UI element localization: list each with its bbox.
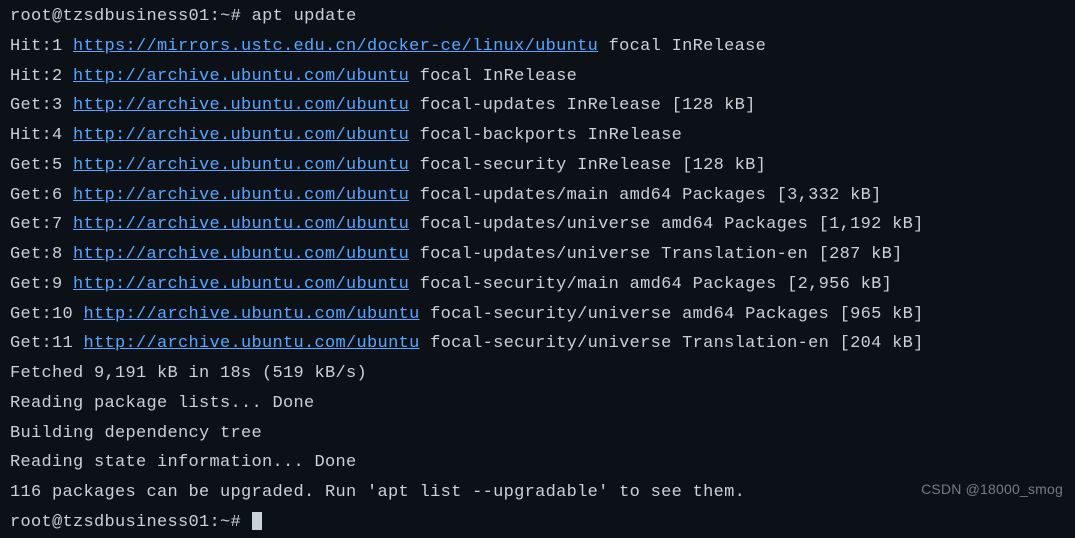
status-building-tree: Building dependency tree xyxy=(10,419,1065,449)
repo-line: Get:8 http://archive.ubuntu.com/ubuntu f… xyxy=(10,240,1065,270)
line-suffix: focal-security/main amd64 Packages [2,95… xyxy=(409,275,892,294)
repo-url-link[interactable]: http://archive.ubuntu.com/ubuntu xyxy=(73,126,409,145)
repo-url-link[interactable]: http://archive.ubuntu.com/ubuntu xyxy=(73,275,409,294)
repo-url-link[interactable]: http://archive.ubuntu.com/ubuntu xyxy=(73,215,409,234)
prompt-host: tzsdbusiness01 xyxy=(63,7,210,26)
line-prefix: Get:5 xyxy=(10,156,73,175)
repo-url-link[interactable]: http://archive.ubuntu.com/ubuntu xyxy=(73,156,409,175)
line-prefix: Get:8 xyxy=(10,245,73,264)
repo-url-link[interactable]: http://archive.ubuntu.com/ubuntu xyxy=(73,186,409,205)
line-prefix: Hit:4 xyxy=(10,126,73,145)
repo-line: Get:7 http://archive.ubuntu.com/ubuntu f… xyxy=(10,210,1065,240)
line-suffix: focal-security InRelease [128 kB] xyxy=(409,156,766,175)
line-suffix: focal-updates InRelease [128 kB] xyxy=(409,96,756,115)
line-prefix: Hit:1 xyxy=(10,37,73,56)
watermark-text: CSDN @18000_smog xyxy=(921,477,1063,502)
repo-url-link[interactable]: http://archive.ubuntu.com/ubuntu xyxy=(73,96,409,115)
repo-url-link[interactable]: http://archive.ubuntu.com/ubuntu xyxy=(84,334,420,353)
prompt-symbol: # xyxy=(231,7,242,26)
line-suffix: focal InRelease xyxy=(409,67,577,86)
line-suffix: focal-updates/universe amd64 Packages [1… xyxy=(409,215,924,234)
line-suffix: focal-updates/universe Translation-en [2… xyxy=(409,245,903,264)
line-prefix: Get:9 xyxy=(10,275,73,294)
prompt-path: ~ xyxy=(220,7,231,26)
status-fetched: Fetched 9,191 kB in 18s (519 kB/s) xyxy=(10,359,1065,389)
cursor-icon xyxy=(252,512,262,530)
line-prefix: Get:6 xyxy=(10,186,73,205)
repo-line: Get:10 http://archive.ubuntu.com/ubuntu … xyxy=(10,300,1065,330)
line-prefix: Get:7 xyxy=(10,215,73,234)
repo-line: Get:5 http://archive.ubuntu.com/ubuntu f… xyxy=(10,151,1065,181)
line-prefix: Get:11 xyxy=(10,334,84,353)
repo-line: Get:3 http://archive.ubuntu.com/ubuntu f… xyxy=(10,91,1065,121)
repo-url-link[interactable]: http://archive.ubuntu.com/ubuntu xyxy=(73,67,409,86)
status-upgradable: 116 packages can be upgraded. Run 'apt l… xyxy=(10,478,1065,508)
line-prefix: Get:10 xyxy=(10,305,84,324)
line-suffix: focal-security/universe amd64 Packages [… xyxy=(420,305,924,324)
line-suffix: focal-backports InRelease xyxy=(409,126,682,145)
line-prefix: Hit:2 xyxy=(10,67,73,86)
line-prefix: Get:3 xyxy=(10,96,73,115)
prompt-user: root xyxy=(10,7,52,26)
repo-line: Get:9 http://archive.ubuntu.com/ubuntu f… xyxy=(10,270,1065,300)
line-suffix: focal-security/universe Translation-en [… xyxy=(420,334,924,353)
prompt-text: root@tzsdbusiness01:~# xyxy=(10,513,252,532)
repo-line: Hit:4 http://archive.ubuntu.com/ubuntu f… xyxy=(10,121,1065,151)
status-reading-state: Reading state information... Done xyxy=(10,448,1065,478)
status-reading-lists: Reading package lists... Done xyxy=(10,389,1065,419)
repo-line: Get:11 http://archive.ubuntu.com/ubuntu … xyxy=(10,329,1065,359)
repo-line: Get:6 http://archive.ubuntu.com/ubuntu f… xyxy=(10,181,1065,211)
repo-url-link[interactable]: https://mirrors.ustc.edu.cn/docker-ce/li… xyxy=(73,37,598,56)
prompt-command: apt update xyxy=(252,7,357,26)
terminal-output[interactable]: root@tzsdbusiness01:~# apt update Hit:1 … xyxy=(10,2,1065,538)
prompt-line: root@tzsdbusiness01:~# apt update xyxy=(10,2,1065,32)
prompt-line-2: root@tzsdbusiness01:~# xyxy=(10,508,1065,538)
line-suffix: focal-updates/main amd64 Packages [3,332… xyxy=(409,186,882,205)
repo-url-link[interactable]: http://archive.ubuntu.com/ubuntu xyxy=(73,245,409,264)
line-suffix: focal InRelease xyxy=(598,37,766,56)
repo-line: Hit:2 http://archive.ubuntu.com/ubuntu f… xyxy=(10,62,1065,92)
repo-url-link[interactable]: http://archive.ubuntu.com/ubuntu xyxy=(84,305,420,324)
repo-line: Hit:1 https://mirrors.ustc.edu.cn/docker… xyxy=(10,32,1065,62)
